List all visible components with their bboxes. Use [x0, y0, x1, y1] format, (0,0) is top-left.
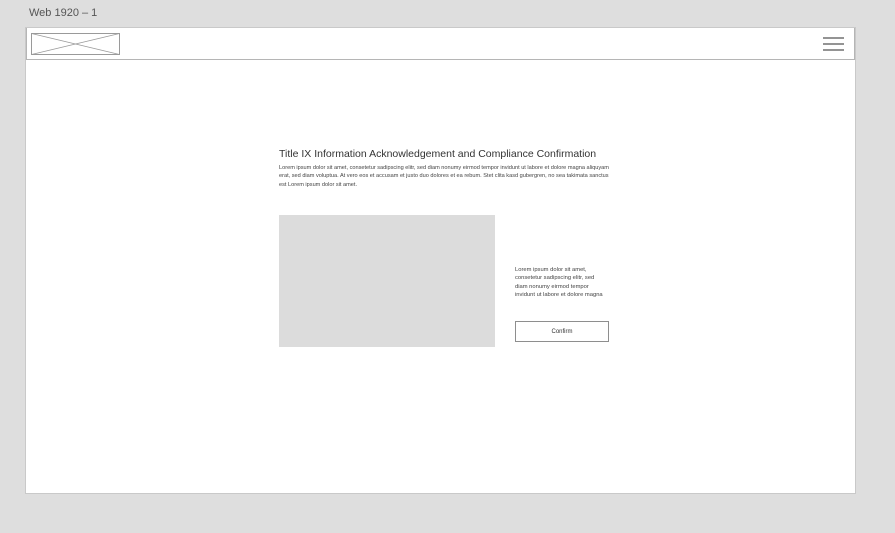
image-placeholder — [279, 215, 495, 347]
intro-section: Title IX Information Acknowledgement and… — [279, 147, 619, 189]
image-placeholder-icon[interactable] — [31, 33, 120, 55]
confirm-button[interactable]: Confirm — [515, 321, 609, 342]
artboard-label: Web 1920 – 1 — [29, 7, 98, 19]
hamburger-menu-icon[interactable] — [823, 37, 844, 51]
page-title: Title IX Information Acknowledgement and… — [279, 148, 597, 160]
page-description: Lorem ipsum dolor sit amet, consetetur s… — [279, 165, 609, 188]
page-frame: Title IX Information Acknowledgement and… — [25, 27, 856, 494]
confirmation-text: Lorem ipsum dolor sit amet, consetetur s… — [515, 267, 603, 299]
top-navigation-bar — [26, 28, 855, 60]
